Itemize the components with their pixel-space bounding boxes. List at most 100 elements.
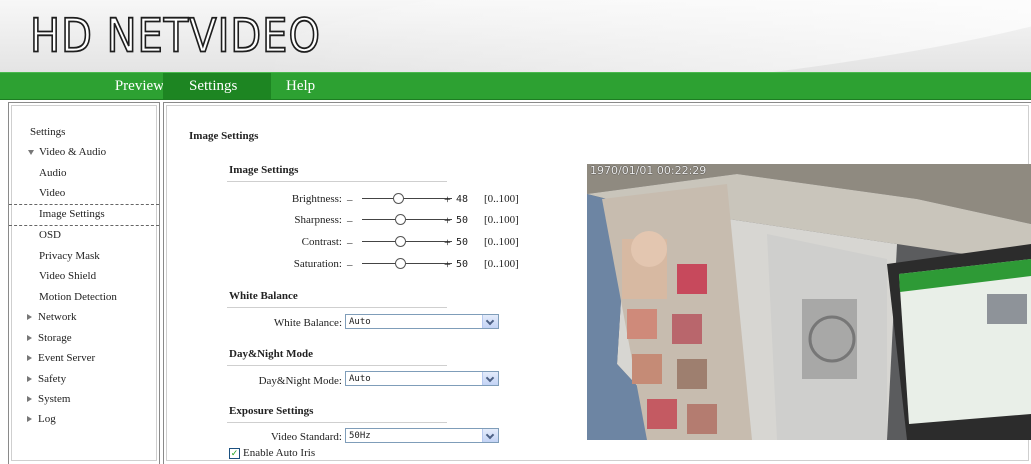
- live-video-preview: 1970/01/01 00:22:29: [587, 164, 1031, 440]
- contrast-decrease-button[interactable]: _: [347, 233, 353, 245]
- contrast-increase-button[interactable]: +: [444, 236, 451, 248]
- collapsed-arrow-icon: [27, 396, 32, 403]
- chevron-down-icon[interactable]: [482, 372, 498, 385]
- header-banner: HD NETVIDEO: [0, 0, 1031, 72]
- tab-settings[interactable]: Settings: [163, 73, 271, 99]
- contrast-label: Contrast:: [301, 236, 342, 248]
- sidebar-item-video-shield[interactable]: Video Shield: [9, 266, 189, 286]
- sidebar-item-label: System: [38, 393, 71, 405]
- sidebar-item-motion-detection[interactable]: Motion Detection: [9, 287, 189, 307]
- section-title-day-night: Day&Night Mode: [229, 348, 314, 360]
- section-divider: [227, 307, 447, 308]
- day-night-select-value: Auto: [349, 374, 371, 384]
- video-standard-select-value: 50Hz: [349, 431, 371, 441]
- banner-swoosh: [246, 0, 1031, 72]
- sidebar-item-label: Audio: [39, 167, 67, 179]
- sidebar-item-label: Video Shield: [39, 270, 97, 282]
- sidebar-item-video[interactable]: Video: [9, 183, 189, 203]
- sidebar-item-privacy-mask[interactable]: Privacy Mask: [9, 246, 189, 266]
- sharpness-range: [0..100]: [484, 214, 519, 226]
- contrast-slider-track[interactable]: [362, 241, 452, 242]
- top-nav: Preview Settings Help: [0, 72, 1031, 100]
- section-divider: [227, 365, 447, 366]
- saturation-decrease-button[interactable]: _: [347, 255, 353, 267]
- brightness-value: 48: [456, 194, 469, 205]
- video-timestamp: 1970/01/01 00:22:29: [590, 164, 707, 177]
- video-standard-select[interactable]: 50Hz: [345, 428, 499, 443]
- saturation-slider-handle[interactable]: [395, 258, 406, 269]
- sidebar-item-network[interactable]: Network: [9, 307, 177, 327]
- camera-image: [587, 164, 1031, 440]
- white-balance-select-value: Auto: [349, 317, 371, 327]
- sharpness-label: Sharpness:: [294, 214, 342, 226]
- collapsed-arrow-icon: [27, 314, 32, 321]
- saturation-value: 50: [456, 259, 469, 270]
- section-divider: [227, 422, 447, 423]
- video-standard-label: Video Standard:: [270, 431, 342, 443]
- sidebar-item-image-settings[interactable]: Image Settings: [9, 204, 159, 226]
- section-title-image-settings: Image Settings: [229, 164, 299, 176]
- sidebar-item-label: Video: [39, 187, 66, 199]
- sidebar-item-label: Safety: [38, 373, 67, 385]
- sidebar-item-label: Storage: [38, 332, 72, 344]
- contrast-range: [0..100]: [484, 236, 519, 248]
- sidebar-item-label: Privacy Mask: [39, 250, 100, 262]
- white-balance-label: White Balance:: [273, 317, 342, 329]
- chevron-down-icon[interactable]: [482, 429, 498, 442]
- white-balance-select[interactable]: Auto: [345, 314, 499, 329]
- sharpness-value: 50: [456, 215, 469, 226]
- sharpness-slider-handle[interactable]: [395, 214, 406, 225]
- sidebar-item-storage[interactable]: Storage: [9, 328, 177, 348]
- tab-preview[interactable]: Preview: [0, 73, 164, 99]
- brightness-range: [0..100]: [484, 193, 519, 205]
- section-divider: [227, 181, 447, 182]
- expanded-arrow-icon: [28, 149, 34, 155]
- brightness-slider-handle[interactable]: [393, 193, 404, 204]
- sidebar-item-video-audio[interactable]: Video & Audio: [9, 142, 178, 162]
- brightness-increase-button[interactable]: +: [444, 193, 451, 205]
- tab-preview-label: Preview: [114, 78, 164, 94]
- saturation-label: Saturation:: [293, 258, 342, 270]
- collapsed-arrow-icon: [27, 376, 32, 383]
- contrast-value: 50: [456, 237, 469, 248]
- sidebar: Settings Video & Audio Audio Video Image…: [8, 102, 160, 464]
- sidebar-item-label: Settings: [30, 126, 66, 138]
- sidebar-item-audio[interactable]: Audio: [9, 163, 189, 183]
- day-night-select[interactable]: Auto: [345, 371, 499, 386]
- logo: HD NETVIDEO: [29, 9, 321, 64]
- brightness-decrease-button[interactable]: _: [347, 190, 353, 202]
- sidebar-item-system[interactable]: System: [9, 389, 177, 409]
- auto-iris-label: Enable Auto Iris: [243, 447, 316, 459]
- sidebar-item-event-server[interactable]: Event Server: [9, 348, 177, 368]
- saturation-slider-track[interactable]: [362, 263, 452, 264]
- sidebar-item-safety[interactable]: Safety: [9, 369, 177, 389]
- chevron-down-icon[interactable]: [482, 315, 498, 328]
- sidebar-item-label: OSD: [39, 229, 62, 241]
- collapsed-arrow-icon: [27, 416, 32, 423]
- sidebar-item-label: Log: [38, 413, 56, 425]
- auto-iris-checkbox[interactable]: ✓: [229, 448, 240, 459]
- sidebar-item-label: Video & Audio: [39, 146, 107, 158]
- section-title-white-balance: White Balance: [229, 290, 298, 302]
- saturation-range: [0..100]: [484, 258, 519, 270]
- section-title-exposure: Exposure Settings: [229, 405, 314, 417]
- sidebar-item-settings[interactable]: Settings: [9, 122, 180, 142]
- sidebar-item-label: Event Server: [38, 352, 96, 364]
- sharpness-decrease-button[interactable]: _: [347, 211, 353, 223]
- collapsed-arrow-icon: [27, 335, 32, 342]
- sharpness-slider-track[interactable]: [362, 219, 452, 220]
- tab-help[interactable]: Help: [286, 73, 315, 99]
- sidebar-item-label: Network: [38, 311, 77, 323]
- brightness-label: Brightness:: [291, 193, 342, 205]
- sidebar-item-log[interactable]: Log: [9, 409, 177, 429]
- sidebar-item-label: Image Settings: [39, 208, 105, 220]
- page-title: Image Settings: [189, 130, 259, 142]
- collapsed-arrow-icon: [27, 355, 32, 362]
- contrast-slider-handle[interactable]: [395, 236, 406, 247]
- sharpness-increase-button[interactable]: +: [444, 214, 451, 226]
- saturation-increase-button[interactable]: +: [444, 258, 451, 270]
- day-night-label: Day&Night Mode:: [258, 375, 342, 387]
- brightness-slider-track[interactable]: [362, 198, 452, 199]
- sidebar-item-osd[interactable]: OSD: [9, 225, 189, 245]
- sidebar-item-label: Motion Detection: [39, 291, 117, 303]
